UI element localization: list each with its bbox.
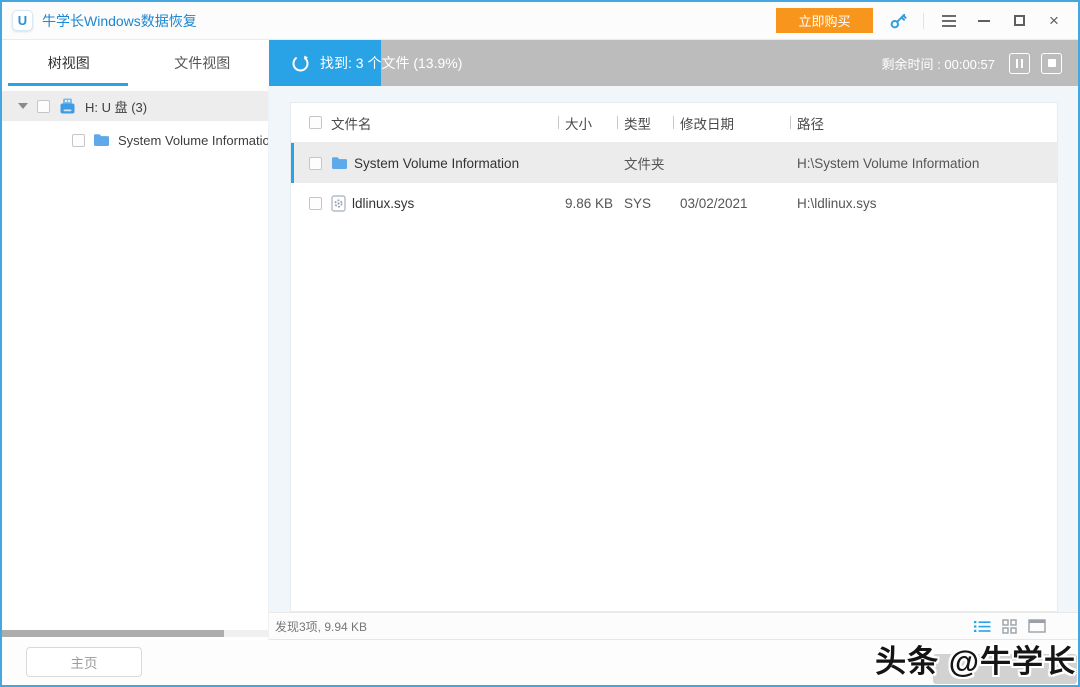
titlebar-divider	[923, 13, 924, 29]
header-size[interactable]: 大小	[558, 113, 617, 133]
table-header-row: 文件名 大小 类型 修改日期 路径	[291, 103, 1057, 143]
recover-button-disabled[interactable]	[933, 654, 1077, 684]
found-files-label: 找到: 3 个文件 (13.9%)	[320, 53, 462, 73]
tab-file-view[interactable]: 文件视图	[136, 40, 270, 86]
table-row[interactable]: System Volume Information 文件夹 H:\System …	[291, 143, 1057, 183]
tree-item-label: H: U 盘 (3)	[85, 97, 147, 116]
file-size: 9.86 KB	[558, 196, 617, 211]
view-tabbar: 树视图 文件视图	[2, 40, 269, 86]
header-modified-date[interactable]: 修改日期	[673, 113, 790, 133]
pause-button[interactable]	[1009, 53, 1030, 74]
row-checkbox[interactable]	[309, 157, 322, 170]
folder-checkbox[interactable]	[72, 134, 85, 147]
header-path[interactable]: 路径	[790, 113, 1057, 133]
file-path: H:\ldlinux.sys	[790, 196, 1057, 211]
sys-file-icon	[331, 195, 346, 212]
file-name: ldlinux.sys	[352, 196, 414, 211]
home-button[interactable]: 主页	[26, 647, 142, 677]
file-type: SYS	[617, 196, 673, 211]
app-window: U 牛学长Windows数据恢复 立即购买 × 树视图 文件视图	[0, 0, 1080, 687]
tree-panel: H: U 盘 (3) System Volume Information	[2, 86, 269, 640]
expand-arrow-icon[interactable]	[18, 103, 28, 109]
remaining-time-label: 剩余时间 : 00:00:57	[882, 54, 995, 73]
select-all-checkbox[interactable]	[309, 116, 322, 129]
app-title: 牛学长Windows数据恢复	[42, 11, 197, 31]
tab-tree-view[interactable]: 树视图	[2, 40, 136, 86]
tree-item-label: System Volume Information	[118, 133, 268, 148]
minimize-icon[interactable]	[974, 11, 994, 31]
file-type: 文件夹	[617, 153, 673, 173]
file-name: System Volume Information	[354, 156, 519, 171]
maximize-icon[interactable]	[1009, 11, 1029, 31]
tree-item-drive-h[interactable]: H: U 盘 (3)	[2, 91, 268, 121]
menu-icon[interactable]	[939, 11, 959, 31]
title-bar: U 牛学长Windows数据恢复 立即购买 ×	[2, 2, 1078, 40]
usb-drive-icon	[58, 97, 77, 115]
found-summary: 发现3项, 9.94 KB	[275, 618, 367, 635]
app-logo-icon: U	[12, 10, 33, 31]
close-icon[interactable]: ×	[1044, 11, 1064, 31]
bottom-bar: 主页	[2, 640, 1078, 685]
stop-button[interactable]	[1041, 53, 1062, 74]
tree-item-system-volume-information[interactable]: System Volume Information	[2, 126, 268, 154]
tree-scrollbar-thumb[interactable]	[2, 630, 224, 637]
file-date: 03/02/2021	[673, 196, 790, 211]
preview-pane-icon[interactable]	[1028, 619, 1046, 633]
tree-horizontal-scrollbar	[2, 630, 269, 637]
header-filename[interactable]: 文件名	[331, 113, 558, 133]
folder-icon	[93, 133, 110, 147]
main-area: H: U 盘 (3) System Volume Information 文件名	[2, 86, 1078, 640]
buy-now-button[interactable]: 立即购买	[776, 8, 873, 33]
file-table: 文件名 大小 类型 修改日期 路径 System Volume Informat…	[290, 102, 1058, 612]
spinner-icon	[291, 54, 310, 73]
row-checkbox[interactable]	[309, 197, 322, 210]
folder-icon	[331, 156, 348, 170]
status-bar: 发现3项, 9.94 KB	[269, 612, 1078, 640]
table-row[interactable]: ldlinux.sys 9.86 KB SYS 03/02/2021 H:\ld…	[291, 183, 1057, 223]
file-path: H:\System Volume Information	[790, 156, 1057, 171]
scan-progress-bar: 找到: 3 个文件 (13.9%) 剩余时间 : 00:00:57	[269, 40, 1078, 86]
drive-checkbox[interactable]	[37, 100, 50, 113]
header-type[interactable]: 类型	[617, 113, 673, 133]
register-key-icon[interactable]	[888, 11, 908, 31]
grid-view-icon[interactable]	[1002, 619, 1017, 634]
list-view-icon[interactable]	[974, 620, 991, 633]
